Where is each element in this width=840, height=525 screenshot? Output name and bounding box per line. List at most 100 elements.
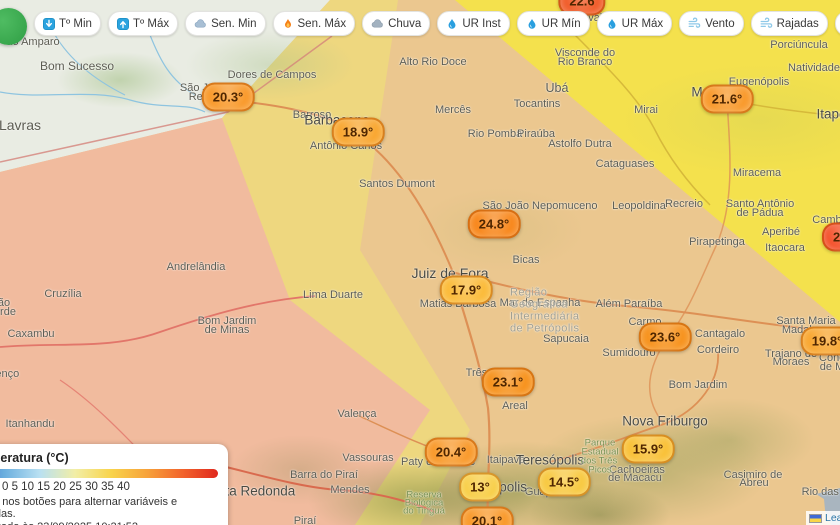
temperature-marker-23.6[interactable]: 23.6° [638, 322, 692, 352]
map-label-areal: Areal [502, 400, 528, 412]
map-label-cantagalo: Cantagalo [694, 328, 746, 340]
map-label-teres-polis: Teresópolis [515, 452, 585, 468]
map-label-caxambu: Caxambu [7, 328, 55, 340]
map-label-pirapetinga: Pirapetinga [689, 236, 745, 248]
map-label-bom-jardim: Bom Jardim [668, 379, 728, 391]
map-label-barra-do-pira-: Barra do Piraí [290, 469, 358, 481]
snow-cloud-icon [194, 17, 207, 30]
temperature-marker-24.8[interactable]: 24.8° [467, 209, 521, 239]
temperature-marker-15.9[interactable]: 15.9° [621, 434, 675, 464]
temperature-marker-19.8[interactable]: 19.8° [800, 326, 840, 356]
toolbar-button-t-min[interactable]: Tº Min [34, 11, 101, 36]
toolbar-button-sen-max[interactable]: Sen. Máx [272, 11, 356, 36]
wind-icon [688, 17, 701, 30]
map-label-de-macacu: de Macacu [608, 472, 662, 484]
temperature-marker-18.9[interactable]: 18.9° [331, 117, 385, 147]
map-label-alto-rio-doce: Alto Rio Doce [399, 56, 467, 68]
droplet-icon [446, 18, 458, 30]
wind-icon [760, 17, 773, 30]
map-label-nova-friburgo: Nova Friburgo [622, 413, 708, 429]
map-label-recreio: Recreio [665, 198, 703, 210]
toolbar-button-ur-max[interactable]: UR Máx [596, 11, 673, 36]
map-label-mendes: Mendes [330, 484, 370, 496]
map-label-do-tingu-: do Tinguá [403, 505, 445, 517]
ukraine-flag-icon [809, 513, 822, 523]
map-label-s-o-louren-o: São Lourenço [0, 368, 20, 380]
map-label-rio-branco: Rio Branco [557, 56, 613, 68]
map-label-astolfo-dutra: Astolfo Dutra [548, 138, 612, 150]
temperature-marker-25.[interactable]: 25. [821, 222, 840, 252]
map-label-miracema: Miracema [732, 167, 782, 179]
toolbar-button-label: UR Máx [621, 17, 664, 30]
legend-gradient-bar [0, 469, 218, 478]
toolbar-button-vento[interactable]: Vento [679, 11, 744, 36]
temperature-marker-17.9[interactable]: 17.9° [439, 275, 493, 305]
toolbar-button-ur-inst[interactable]: UR Inst [437, 11, 510, 36]
legend-instructions: Clique nos botões para alternar variávei… [0, 496, 178, 520]
toolbar-button-label: Tº Min [59, 17, 92, 30]
temperature-marker-13[interactable]: 13° [459, 472, 501, 502]
legend-title: Temperatura (°C) [0, 451, 69, 465]
temperature-marker-21.6[interactable]: 21.6° [700, 84, 754, 114]
map-label-rde: rde [0, 306, 16, 318]
map-label-tocantins: Tocantins [513, 98, 561, 110]
thermometer-down-icon [43, 17, 55, 30]
temperature-marker-14.5[interactable]: 14.5° [537, 467, 591, 497]
map-label-cataguases: Cataguases [595, 158, 655, 170]
toolbar-button-label: Rajadas [776, 17, 819, 30]
toolbar-button-label: Chuva [388, 17, 422, 30]
temperature-marker-20.1[interactable]: 20.1° [460, 506, 514, 525]
map-label-picos: Picos [588, 464, 612, 476]
map-label-de-p-dua: de Pádua [736, 207, 784, 219]
flame-icon [282, 18, 294, 30]
map-label-rio-das-ostras: Rio das Ostras [801, 486, 840, 498]
map-label-cruz-lia: Cruzília [44, 288, 82, 300]
toolbar-button-label: Vento [705, 17, 735, 30]
weather-map-app: do AmparoBom SucessoLavrasSão João delRe… [0, 0, 840, 525]
map-label-al-m-para-ba: Além Paraíba [595, 298, 663, 310]
leaflet-attribution-link[interactable]: Leaflet [825, 512, 840, 524]
map-label-rio-pomba: Rio Pomba [467, 128, 523, 140]
map-label-lavras: Lavras [0, 117, 42, 133]
map-label-porci-ncula: Porciúncula [770, 39, 828, 51]
map-label-cordeiro: Cordeiro [696, 344, 740, 356]
temperature-marker-23.1[interactable]: 23.1° [481, 367, 535, 397]
toolbar-button-ur-min[interactable]: UR Mín [516, 11, 590, 36]
map-label-ub-: Ubá [545, 81, 569, 95]
map-label-de-macabu: de Macabu [819, 361, 840, 373]
droplet-icon [606, 18, 618, 30]
toolbar-button-label: Tº Máx [132, 17, 170, 30]
toolbar-button-label: UR Inst [462, 17, 501, 30]
toolbar-button-sen-min[interactable]: Sen. Min [185, 11, 266, 36]
map-label-itaocara: Itaocara [765, 242, 805, 254]
toolbar: Tº Min Tº Máx Sen. Min Sen. Máx Chuva UR Inst… [34, 11, 840, 36]
toolbar-button-label: UR Mín [541, 17, 581, 30]
toolbar-button-rajadas[interactable]: Rajadas [750, 11, 828, 36]
thermometer-up-icon [116, 17, 129, 30]
toolbar-button-chuva[interactable]: Chuva [362, 11, 431, 36]
map-label-dores-de-campos: Dores de Campos [227, 69, 317, 81]
toolbar-button-label: Sen. Máx [297, 17, 347, 30]
map-label-itaperuna: Itaperuna [816, 106, 840, 122]
rain-cloud-icon [371, 17, 384, 30]
toolbar-button-t-max[interactable]: Tº Máx [107, 11, 179, 36]
map-label-moraes: Moraes [772, 356, 810, 368]
map-label-bicas: Bicas [512, 254, 540, 266]
map-label-mar-de-espanha: Mar de Espanha [499, 297, 581, 309]
map-label-vassouras: Vassouras [342, 452, 394, 464]
legend-scale-labels: 0 5 10 15 20 25 30 35 40 [2, 481, 130, 493]
map-label-lima-duarte: Lima Duarte [303, 289, 363, 301]
temperature-marker-20.3[interactable]: 20.3° [201, 82, 255, 112]
temperature-marker-20.4[interactable]: 20.4° [424, 437, 478, 467]
toolbar-button-rajadas-max[interactable]: Rajadas Max [834, 11, 840, 36]
map-label-merc-s: Mercês [434, 104, 472, 116]
map-label-itanhandu: Itanhandu [5, 418, 55, 430]
legend-panel: Temperatura (°C) 0 5 10 15 20 25 30 35 4… [0, 444, 228, 525]
map-label-leopoldina: Leopoldina [612, 200, 666, 212]
map-label-abreu: Abreu [739, 477, 769, 489]
map-label-santos-dumont: Santos Dumont [359, 178, 435, 190]
map-label-pira-: Piraí [293, 515, 317, 525]
map-label-andrel-ndia: Andrelândia [166, 261, 226, 273]
map-label-mirai: Mirai [634, 104, 658, 116]
map-label-bom-sucesso: Bom Sucesso [39, 59, 115, 73]
